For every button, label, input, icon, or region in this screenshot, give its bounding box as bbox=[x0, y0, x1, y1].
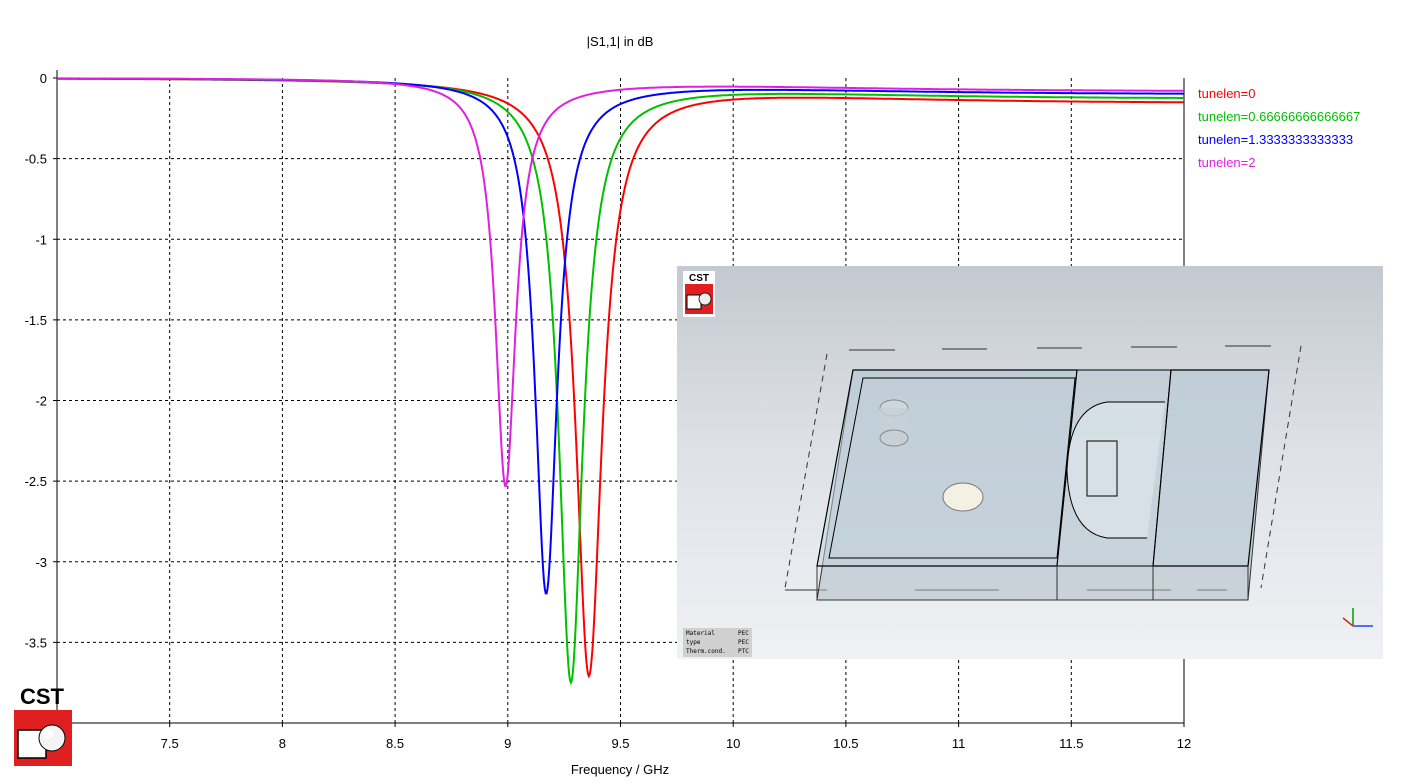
chart-title: |S1,1| in dB bbox=[587, 34, 654, 49]
material-info-table: Material PEC type PEC Therm.cond. PTC bbox=[683, 628, 752, 657]
y-tick-label: -1 bbox=[35, 232, 47, 247]
x-tick-label: 9.5 bbox=[611, 736, 629, 751]
cst-logo-text: CST bbox=[20, 684, 65, 709]
legend-entry-1: tunelen=0.66666666666667 bbox=[1198, 109, 1360, 124]
y-tick-labels: 0 -0.5 -1 -1.5 -2 -2.5 -3 -3.5 bbox=[25, 71, 47, 650]
inset-cst-logo: CST bbox=[683, 271, 715, 317]
3d-model-inset: CST Material PEC type PEC Therm.cond. PT… bbox=[677, 266, 1383, 659]
x-tick-label: 9 bbox=[504, 736, 511, 751]
y-tick-label: 0 bbox=[40, 71, 47, 86]
x-tick-label: 10.5 bbox=[833, 736, 858, 751]
x-tick-labels: 7.5 8 8.5 9 9.5 10 10.5 11 11.5 12 bbox=[161, 736, 1192, 751]
x-tick-label: 10 bbox=[726, 736, 740, 751]
x-tick-label: 7.5 bbox=[161, 736, 179, 751]
inset-logo-text: CST bbox=[689, 273, 709, 284]
y-tick-label: -1.5 bbox=[25, 313, 47, 328]
legend-entry-3: tunelen=2 bbox=[1198, 155, 1255, 170]
x-tick-label: 11.5 bbox=[1059, 736, 1083, 751]
thermal-row: Therm.cond. PTC bbox=[686, 648, 749, 655]
x-tick-label: 8.5 bbox=[386, 736, 404, 751]
y-tick-label: -3.5 bbox=[25, 635, 47, 650]
legend-entry-2: tunelen=1.3333333333333 bbox=[1198, 132, 1353, 147]
x-axis-label: Frequency / GHz bbox=[571, 762, 669, 777]
type-row: type PEC bbox=[686, 639, 749, 646]
material-row: Material PEC bbox=[686, 630, 749, 637]
x-tick-label: 11 bbox=[952, 736, 966, 751]
x-tick-label: 8 bbox=[279, 736, 286, 751]
legend: tunelen=0 tunelen=0.66666666666667 tunelen… bbox=[1198, 86, 1360, 170]
cst-logo: CST bbox=[14, 684, 72, 766]
legend-entry-0: tunelen=0 bbox=[1198, 86, 1255, 101]
x-tick-label: 12 bbox=[1177, 736, 1191, 751]
y-tick-label: -0.5 bbox=[25, 152, 47, 167]
3d-model-drawing: CST bbox=[683, 271, 1373, 627]
y-tick-label: -2.5 bbox=[25, 474, 47, 489]
y-tick-label: -2 bbox=[35, 394, 47, 409]
y-tick-label: -3 bbox=[35, 555, 47, 570]
